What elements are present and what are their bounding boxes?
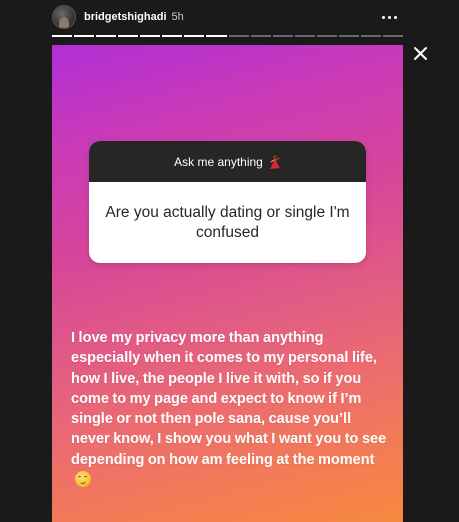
story-progress-segment: [272, 35, 293, 37]
story-progress-segment: [228, 35, 249, 37]
story-progress-segment: [118, 35, 139, 37]
answer-text: I love my privacy more than anything esp…: [71, 330, 387, 468]
more-horizontal-icon: [381, 15, 385, 19]
story-card[interactable]: Ask me anything Are you actually dating …: [52, 45, 403, 522]
question-sticker-body: Are you actually dating or single I'm co…: [89, 182, 366, 263]
post-time: 5h: [171, 11, 184, 23]
answer-text-block: I love my privacy more than anything esp…: [71, 328, 393, 490]
more-options-button[interactable]: [378, 10, 400, 24]
flamenco-dancer-emoji-icon: [269, 154, 280, 169]
story-progress-segment: [294, 35, 315, 37]
story-progress-segment: [316, 35, 337, 37]
close-button[interactable]: [410, 43, 432, 65]
story-progress-segment: [52, 35, 73, 37]
more-horizontal-icon-dot-2: [387, 15, 391, 19]
username[interactable]: bridgetshighadi: [84, 11, 167, 23]
story-progress-segment: [140, 35, 161, 37]
story-progress-segment: [96, 35, 117, 37]
story-progress-segment: [162, 35, 183, 37]
profile-avatar[interactable]: [52, 5, 76, 29]
question-sticker-title: Ask me anything: [174, 154, 263, 169]
story-progress-segment: [338, 35, 359, 37]
question-text: Are you actually dating or single I'm co…: [105, 203, 350, 241]
more-horizontal-icon-dot-3: [393, 15, 397, 19]
question-sticker-header: Ask me anything: [89, 141, 366, 182]
close-icon: [414, 47, 427, 60]
story-header: bridgetshighadi 5h: [52, 4, 403, 30]
story-progress-segment: [382, 35, 403, 37]
smirk-emoji-icon: [75, 471, 91, 488]
story-progress-segment: [250, 35, 271, 37]
story-progress-bar: [52, 35, 403, 37]
story-progress-segment: [206, 35, 227, 37]
story-progress-segment: [74, 35, 95, 37]
story-progress-segment: [360, 35, 381, 37]
story-progress-segment: [184, 35, 205, 37]
question-sticker[interactable]: Ask me anything Are you actually dating …: [89, 141, 366, 263]
